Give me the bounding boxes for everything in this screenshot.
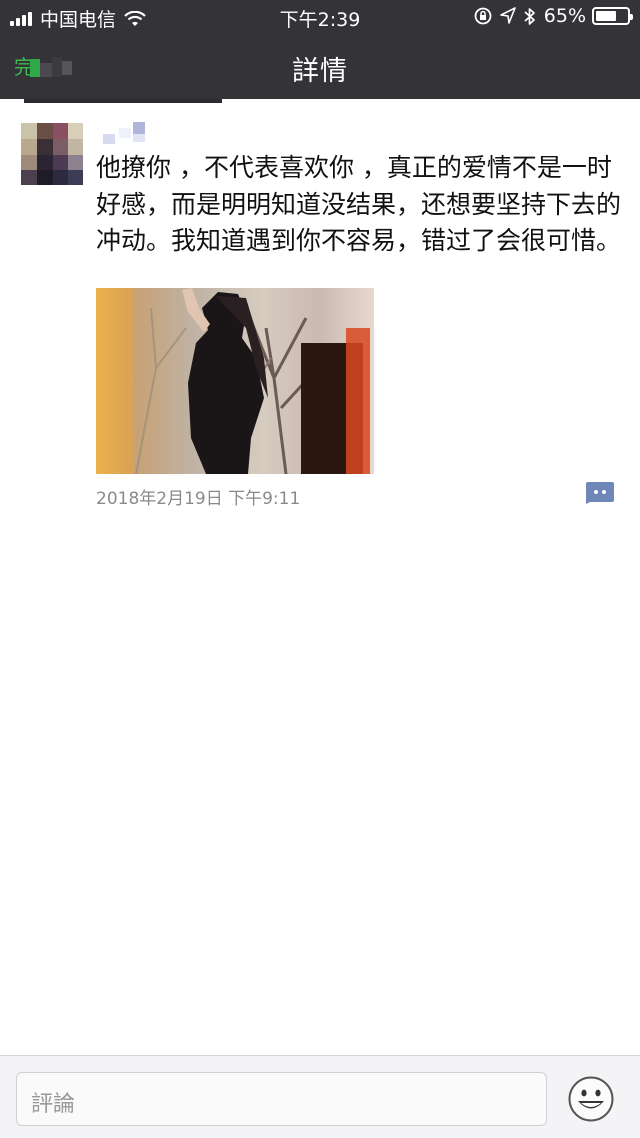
post-text: 他撩你 ，不代表喜欢你 ，真正的爱情不是一时好感，而是明明知道没结果，还想要坚持… — [96, 153, 622, 255]
location-icon — [499, 7, 516, 24]
avatar[interactable] — [21, 123, 83, 185]
emoji-button[interactable] — [568, 1076, 614, 1122]
smiley-icon — [568, 1076, 614, 1122]
author-name-blurred[interactable] — [101, 122, 151, 144]
comment-bar: 評論 — [0, 1055, 640, 1138]
comment-input[interactable]: 評論 — [16, 1072, 547, 1126]
battery-percent: 65% — [543, 5, 586, 27]
photo-girl-trees — [96, 288, 374, 474]
status-right: 65% — [466, 5, 633, 27]
battery-icon — [592, 7, 633, 25]
page-title: 詳情 — [292, 56, 348, 87]
navigation-bar: 完 詳情 — [0, 33, 640, 99]
status-bar: 中国电信 下午2:39 65% — [0, 0, 640, 33]
battery-level-fill — [596, 11, 616, 21]
post-photo[interactable] — [96, 288, 374, 474]
comment-bubble-icon — [586, 482, 614, 504]
post-timestamp: 2018年2月19日 下午9:11 — [96, 489, 301, 509]
moments-detail-screen: 中国电信 下午2:39 65% 完 詳情 他撩你 ，不代表喜欢你 ，真正的爱情不… — [0, 0, 640, 1138]
orientation-lock-icon — [474, 7, 492, 25]
comment-button[interactable] — [586, 482, 614, 504]
top-bar: 中国电信 下午2:39 65% 完 詳情 — [0, 0, 640, 99]
nav-shadow-strip — [24, 99, 222, 103]
bluetooth-icon — [524, 7, 535, 25]
